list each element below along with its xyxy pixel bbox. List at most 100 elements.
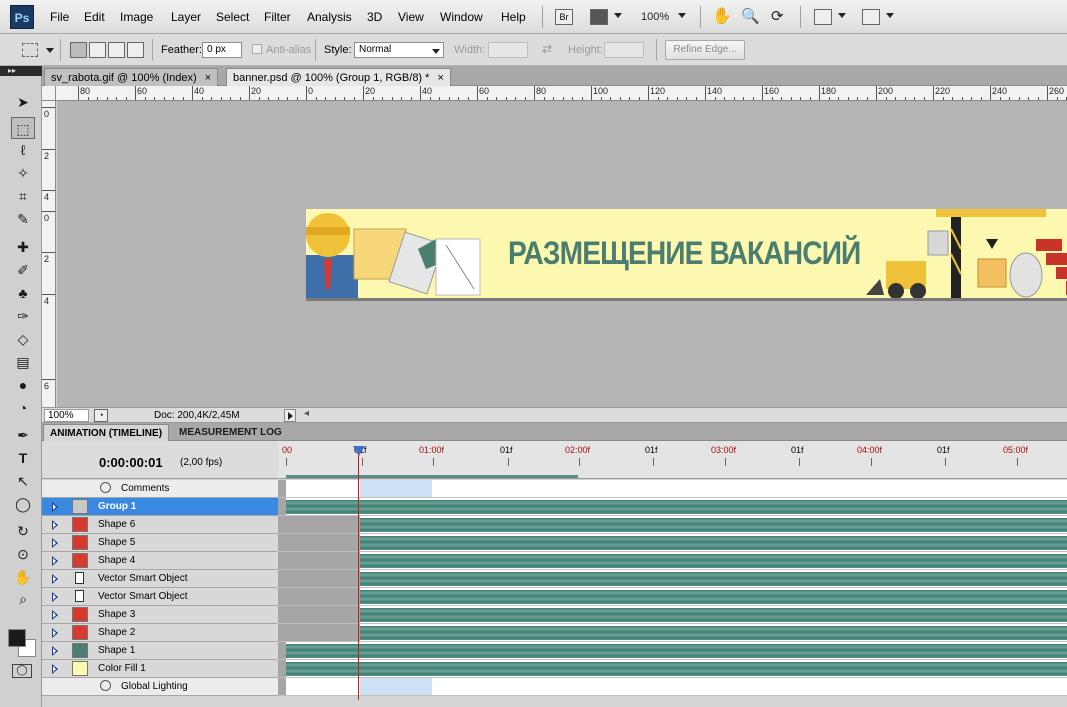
chevron-down-icon[interactable] <box>46 48 54 53</box>
menu-3d[interactable]: 3D <box>367 10 382 24</box>
timeline-meta-row[interactable]: Comments <box>42 480 278 498</box>
zoom-tool-icon[interactable]: ⌕ <box>11 588 35 610</box>
shape-tool-icon[interactable]: ◯ <box>11 493 35 515</box>
layer-row[interactable]: Shape 5 <box>42 534 278 552</box>
brush-tool-icon[interactable]: ✐ <box>11 259 35 281</box>
magic-wand-icon[interactable]: ✧ <box>11 162 35 184</box>
new-selection-icon[interactable] <box>70 42 87 58</box>
expand-arrow-icon[interactable] <box>52 664 58 674</box>
layer-track[interactable] <box>278 570 1067 588</box>
layer-duration-bar[interactable] <box>286 644 1067 658</box>
add-selection-icon[interactable] <box>89 42 106 58</box>
history-brush-icon[interactable]: ✑ <box>11 305 35 327</box>
layer-duration-bar[interactable] <box>360 608 1067 622</box>
stopwatch-icon[interactable] <box>100 680 111 691</box>
panel-grip[interactable]: ▸▸ <box>0 66 42 76</box>
current-time-indicator[interactable] <box>358 452 359 700</box>
menu-view[interactable]: View <box>398 10 424 24</box>
tab-sv-rabota[interactable]: sv_rabota.gif @ 100% (Index) × <box>44 68 219 86</box>
chevron-down-icon[interactable] <box>886 13 894 18</box>
3d-orbit-icon[interactable]: ⊙ <box>11 543 35 565</box>
antialias-checkbox[interactable] <box>252 44 262 54</box>
feather-input[interactable]: 0 px <box>202 42 242 58</box>
zoom-tool-icon[interactable]: 🔍 <box>741 7 760 27</box>
vertical-ruler[interactable]: 0 2 4 0 2 4 6 <box>42 101 56 407</box>
scroll-left-icon[interactable]: ◂ <box>304 408 309 419</box>
current-time[interactable]: 0:00:00:01 <box>99 455 163 470</box>
chevron-down-icon[interactable] <box>614 13 622 18</box>
expand-arrow-icon[interactable] <box>52 520 58 530</box>
gradient-tool-icon[interactable]: ▤ <box>11 351 35 373</box>
stopwatch-icon[interactable] <box>100 482 111 493</box>
menu-file[interactable]: File <box>50 10 69 24</box>
film-strip-icon[interactable] <box>590 9 608 25</box>
expand-arrow-icon[interactable] <box>52 628 58 638</box>
menu-analysis[interactable]: Analysis <box>307 10 352 24</box>
layer-duration-bar[interactable] <box>360 626 1067 640</box>
healing-brush-icon[interactable]: ✚ <box>11 236 35 258</box>
blur-tool-icon[interactable]: ● <box>11 374 35 396</box>
chevron-down-icon[interactable] <box>432 49 440 54</box>
work-area-bar[interactable] <box>286 475 578 478</box>
layer-row[interactable]: Color Fill 1 <box>42 660 278 678</box>
expand-arrow-icon[interactable] <box>52 646 58 656</box>
zoom-level-display[interactable]: 100% <box>641 7 669 27</box>
style-select[interactable]: Normal <box>354 42 444 58</box>
menu-layer[interactable]: Layer <box>171 10 201 24</box>
layer-row[interactable]: Vector Smart Object <box>42 588 278 606</box>
eraser-tool-icon[interactable]: ◇ <box>11 328 35 350</box>
ruler-origin[interactable] <box>42 86 56 101</box>
expand-arrow-icon[interactable] <box>52 502 58 512</box>
clone-stamp-icon[interactable]: ♣ <box>11 282 35 304</box>
3d-rotate-icon[interactable]: ↻ <box>11 520 35 542</box>
layer-row[interactable]: Vector Smart Object <box>42 570 278 588</box>
menu-image[interactable]: Image <box>120 10 153 24</box>
swap-dimensions-icon[interactable]: ⇄ <box>542 42 552 56</box>
hand-tool-icon[interactable]: ✋ <box>712 7 732 27</box>
layer-duration-bar[interactable] <box>286 500 1067 514</box>
layer-track[interactable] <box>278 624 1067 642</box>
playhead-handle[interactable] <box>353 446 365 456</box>
layer-row[interactable]: Group 1 <box>42 498 278 516</box>
expand-arrow-icon[interactable] <box>52 556 58 566</box>
layer-track[interactable] <box>278 534 1067 552</box>
arrange-documents-icon[interactable] <box>814 9 832 25</box>
intersect-selection-icon[interactable] <box>127 42 144 58</box>
layer-track[interactable] <box>278 606 1067 624</box>
status-info-icon[interactable]: ◔ <box>94 409 108 422</box>
layer-row[interactable]: Shape 2 <box>42 624 278 642</box>
layer-row[interactable]: Shape 4 <box>42 552 278 570</box>
status-menu-arrow[interactable] <box>284 409 296 422</box>
layer-track[interactable] <box>278 642 1067 660</box>
bridge-button[interactable]: Br <box>555 9 573 25</box>
dodge-tool-icon[interactable]: ◔ <box>11 397 35 419</box>
expand-arrow-icon[interactable] <box>52 574 58 584</box>
layer-duration-bar[interactable] <box>360 590 1067 604</box>
layer-track[interactable] <box>278 498 1067 516</box>
menu-filter[interactable]: Filter <box>264 10 291 24</box>
layer-row[interactable]: Shape 1 <box>42 642 278 660</box>
refine-edge-button[interactable]: Refine Edge... <box>665 40 745 60</box>
expand-arrow-icon[interactable] <box>52 538 58 548</box>
tab-animation-timeline[interactable]: ANIMATION (TIMELINE) <box>43 424 170 441</box>
marquee-tool-icon[interactable]: ⬚ <box>11 117 35 139</box>
layer-track[interactable] <box>278 660 1067 678</box>
layer-duration-bar[interactable] <box>360 518 1067 532</box>
pen-tool-icon[interactable]: ✒ <box>11 424 35 446</box>
tab-measurement-log[interactable]: MEASUREMENT LOG <box>173 424 288 441</box>
layer-track[interactable] <box>278 588 1067 606</box>
height-input[interactable] <box>604 42 644 58</box>
menu-window[interactable]: Window <box>440 10 483 24</box>
crop-tool-icon[interactable]: ⌗ <box>11 185 35 207</box>
document-canvas[interactable]: РАЗМЕЩЕНИЕ ВАКАНСИЙ <box>57 101 1067 407</box>
menu-select[interactable]: Select <box>216 10 249 24</box>
marquee-preset-icon[interactable] <box>22 43 38 57</box>
layer-track[interactable] <box>278 678 1067 696</box>
layer-duration-bar[interactable] <box>286 662 1067 676</box>
layer-track[interactable] <box>278 552 1067 570</box>
menu-help[interactable]: Help <box>501 10 526 24</box>
chevron-down-icon[interactable] <box>838 13 846 18</box>
timeline-meta-row[interactable]: Global Lighting <box>42 678 278 696</box>
zoom-field[interactable]: 100% <box>44 409 89 422</box>
eyedropper-tool-icon[interactable]: ✎ <box>11 208 35 230</box>
